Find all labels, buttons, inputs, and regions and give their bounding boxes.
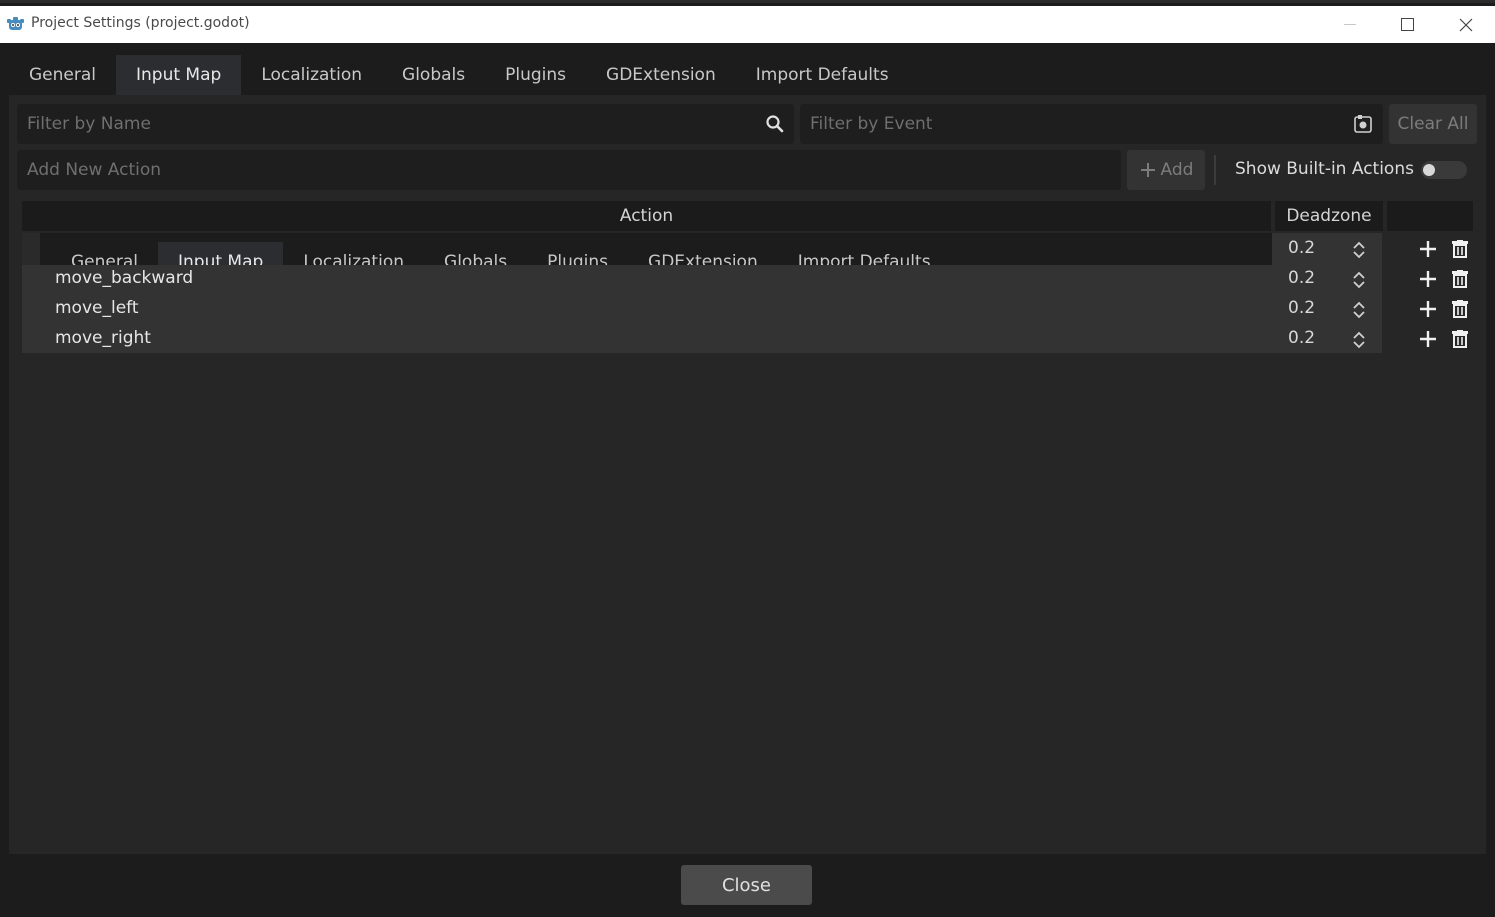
trash-icon[interactable] [1451,300,1469,318]
tab-import-defaults[interactable]: Import Defaults [736,55,909,95]
ghost-overlay-edge [22,233,40,265]
tab-input-map[interactable]: Input Map [116,55,242,95]
buttons-column-header [1387,201,1473,231]
add-action-button[interactable]: Add [1127,150,1205,190]
plus-icon [1140,163,1155,177]
ghost-tab-overlay: General Input Map Localization Globals P… [40,233,1272,265]
ghost-tab-import-defaults: Import Defaults [797,252,931,265]
close-window-button[interactable] [1437,6,1495,43]
maximize-button[interactable] [1379,6,1437,43]
filter-by-event-placeholder: Filter by Event [810,114,933,134]
deadzone-column-header[interactable]: Deadzone [1275,201,1383,231]
tab-globals[interactable]: Globals [382,55,485,95]
action-column-header[interactable]: Action [22,201,1271,231]
tab-gdextension[interactable]: GDExtension [586,55,736,95]
action-name[interactable]: move_left [55,298,139,318]
add-event-icon[interactable] [1419,270,1437,288]
tab-general[interactable]: General [9,55,116,95]
spinner-arrows-icon[interactable] [1351,301,1367,319]
trash-icon[interactable] [1451,330,1469,348]
tab-localization[interactable]: Localization [241,55,382,95]
close-icon [1459,18,1473,31]
add-new-action-placeholder: Add New Action [27,160,162,180]
ghost-tab-globals: Globals [444,252,508,265]
trash-icon[interactable] [1451,240,1469,258]
spinner-arrows-icon[interactable] [1351,241,1367,259]
show-builtin-actions-label: Show Built-in Actions [1235,159,1414,179]
maximize-icon [1401,17,1414,31]
settings-tabs: General Input Map Localization Globals P… [9,55,909,95]
ghost-tab-plugins: Plugins [547,252,609,265]
window-title: Project Settings (project.godot) [31,15,250,31]
filter-by-name-input[interactable]: Filter by Name [17,104,794,144]
deadzone-value[interactable]: 0.2 [1288,298,1315,318]
table-row[interactable]: move_backward 0.2 [22,264,1473,294]
ghost-tab-input-map: Input Map [158,242,284,265]
ghost-tabs: General Input Map Localization Globals P… [51,242,951,265]
action-name[interactable]: move_right [55,328,151,348]
keyboard-capture-icon[interactable] [1353,114,1373,134]
add-event-icon[interactable] [1419,300,1437,318]
table-row[interactable]: move_right 0.2 [22,324,1473,354]
toolbar-separator [1214,155,1216,185]
deadzone-value[interactable]: 0.2 [1288,268,1315,288]
deadzone-value[interactable]: 0.2 [1288,238,1315,258]
spinner-arrows-icon[interactable] [1351,331,1367,349]
add-event-icon[interactable] [1419,330,1437,348]
filter-by-name-placeholder: Filter by Name [27,114,151,134]
ghost-tab-gdextension: GDExtension [648,252,758,265]
trash-icon[interactable] [1451,270,1469,288]
filter-by-event-input[interactable]: Filter by Event [800,104,1383,144]
toggle-knob [1423,164,1435,176]
minimize-button[interactable] [1321,6,1379,43]
ghost-tab-general: General [71,252,138,265]
ghost-tab-localization: Localization [303,252,405,265]
clear-all-button[interactable]: Clear All [1389,104,1477,144]
show-builtin-actions-toggle[interactable] [1421,161,1467,179]
add-action-label: Add [1160,160,1194,180]
minimize-icon [1344,23,1356,25]
project-settings-window: Project Settings (project.godot) General… [0,0,1495,917]
add-event-icon[interactable] [1419,240,1437,258]
spinner-arrows-icon[interactable] [1351,271,1367,289]
close-button[interactable]: Close [681,865,812,905]
search-icon [766,115,784,133]
table-row[interactable]: move_left 0.2 [22,294,1473,324]
action-name[interactable]: move_backward [55,268,193,288]
deadzone-value[interactable]: 0.2 [1288,328,1315,348]
title-bar[interactable]: Project Settings (project.godot) [0,6,1495,43]
add-new-action-input[interactable]: Add New Action [17,150,1121,190]
tab-plugins[interactable]: Plugins [485,55,586,95]
godot-icon [7,17,24,30]
